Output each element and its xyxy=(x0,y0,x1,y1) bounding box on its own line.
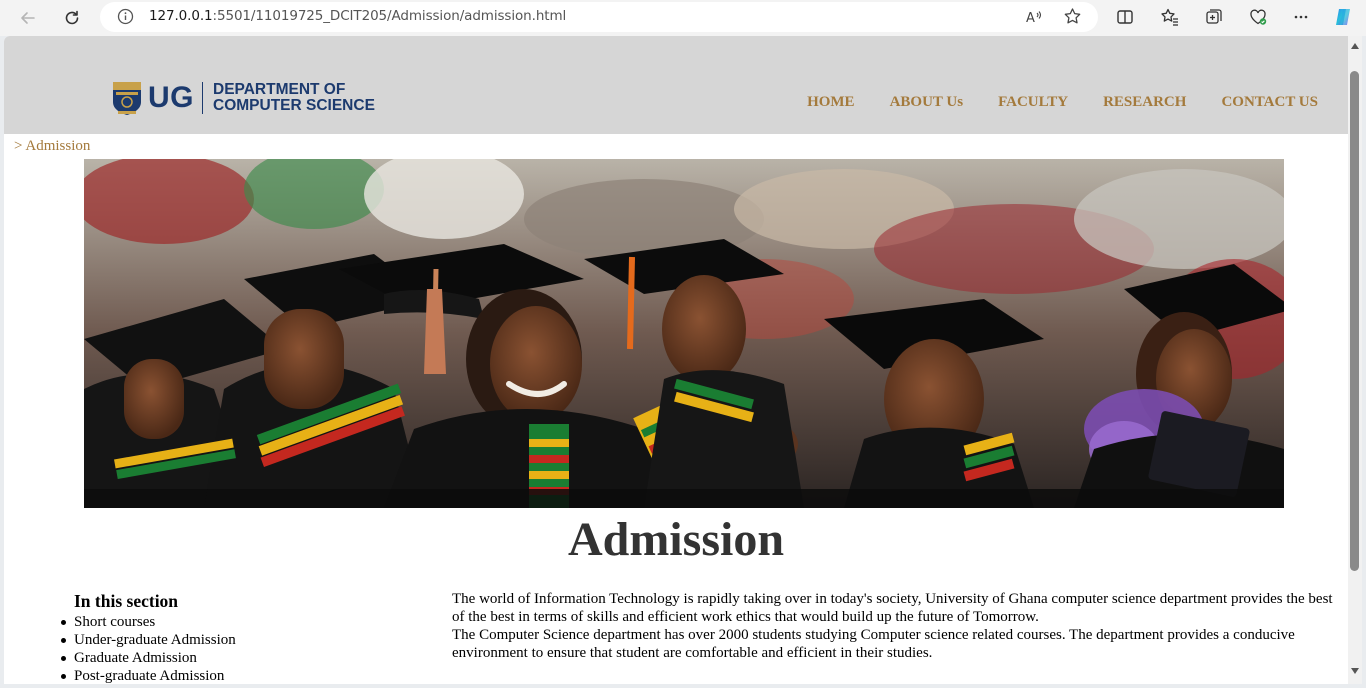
bullet-icon xyxy=(61,638,66,643)
sidebar-heading: In this section xyxy=(74,591,179,611)
department-logo[interactable]: UG DEPARTMENT OF COMPUTER SCIENCE xyxy=(112,79,375,117)
nav-about[interactable]: ABOUT Us xyxy=(890,94,964,111)
browser-toolbar: 127.0.0.1:5501/11019725_DCIT205/Admissio… xyxy=(0,0,1366,36)
page-title: Admission xyxy=(567,513,785,566)
breadcrumb[interactable]: > Admission xyxy=(14,138,90,155)
bullet-icon xyxy=(61,656,66,661)
info-icon[interactable] xyxy=(117,8,134,29)
copilot-icon[interactable] xyxy=(1331,5,1355,29)
back-icon[interactable] xyxy=(16,6,40,30)
scroll-thumb[interactable] xyxy=(1350,71,1359,571)
performance-heart-icon[interactable] xyxy=(1246,5,1270,29)
logo-ug-text: UG xyxy=(148,81,194,114)
sidebar-item-label: Graduate Admission xyxy=(74,650,197,666)
favorites-icon[interactable] xyxy=(1158,5,1182,29)
intro-paragraph-1: The world of Information Technology is r… xyxy=(452,591,1333,625)
page-viewport: UG DEPARTMENT OF COMPUTER SCIENCE HOME A… xyxy=(4,36,1348,684)
url-path: :5501/11019725_DCIT205/Admission/admissi… xyxy=(212,8,567,24)
refresh-icon[interactable] xyxy=(60,6,84,30)
favorite-star-icon[interactable] xyxy=(1063,7,1082,30)
collections-icon[interactable] xyxy=(1202,5,1226,29)
sidebar-item-graduate[interactable]: Graduate Admission xyxy=(61,649,414,667)
logo-dept-text: DEPARTMENT OF COMPUTER SCIENCE xyxy=(213,82,375,114)
url-text[interactable]: 127.0.0.1:5501/11019725_DCIT205/Admissio… xyxy=(149,8,566,24)
url-host: 127.0.0.1 xyxy=(149,8,213,24)
nav-faculty[interactable]: FACULTY xyxy=(998,94,1068,111)
sidebar-item-postgraduate[interactable]: Post-graduate Admission xyxy=(61,667,414,684)
ug-crest-icon xyxy=(113,82,141,115)
site-header: UG DEPARTMENT OF COMPUTER SCIENCE HOME A… xyxy=(4,36,1348,134)
nav-research[interactable]: RESEARCH xyxy=(1103,94,1186,111)
nav-contact[interactable]: CONTACT US xyxy=(1221,94,1318,111)
logo-divider xyxy=(202,82,203,114)
split-screen-icon[interactable] xyxy=(1113,5,1137,29)
nav-home[interactable]: HOME xyxy=(807,94,855,111)
sidebar-item-short-courses[interactable]: Short courses xyxy=(61,613,414,631)
scroll-up-icon[interactable] xyxy=(1350,41,1360,51)
more-options-icon[interactable] xyxy=(1289,5,1313,29)
sidebar-item-undergraduate[interactable]: Under-graduate Admission xyxy=(61,631,414,649)
svg-text:A: A xyxy=(1026,11,1035,26)
page-scrollbar[interactable] xyxy=(1348,36,1362,684)
main-nav: HOME ABOUT Us FACULTY RESEARCH CONTACT U… xyxy=(807,94,1318,111)
section-sidebar: In this section Short courses Under-grad… xyxy=(61,591,414,684)
logo-dept-line2: COMPUTER SCIENCE xyxy=(213,97,375,114)
sidebar-item-label: Under-graduate Admission xyxy=(74,632,236,648)
scroll-down-icon[interactable] xyxy=(1350,666,1360,676)
intro-paragraph-2: The Computer Science department has over… xyxy=(452,627,1295,661)
sidebar-item-label: Short courses xyxy=(74,614,156,630)
intro-text: The world of Information Technology is r… xyxy=(452,590,1344,662)
hero-graduation-image xyxy=(84,159,1284,508)
logo-dept-line1: DEPARTMENT OF xyxy=(213,81,346,98)
graduation-photo xyxy=(84,159,1284,508)
sidebar-list: Short courses Under-graduate Admission G… xyxy=(61,613,414,684)
sidebar-item-label: Post-graduate Admission xyxy=(74,668,225,684)
address-bar[interactable]: 127.0.0.1:5501/11019725_DCIT205/Admissio… xyxy=(100,2,1098,32)
read-aloud-icon[interactable]: A xyxy=(1025,8,1043,30)
bullet-icon xyxy=(61,674,66,679)
bullet-icon xyxy=(61,620,66,625)
